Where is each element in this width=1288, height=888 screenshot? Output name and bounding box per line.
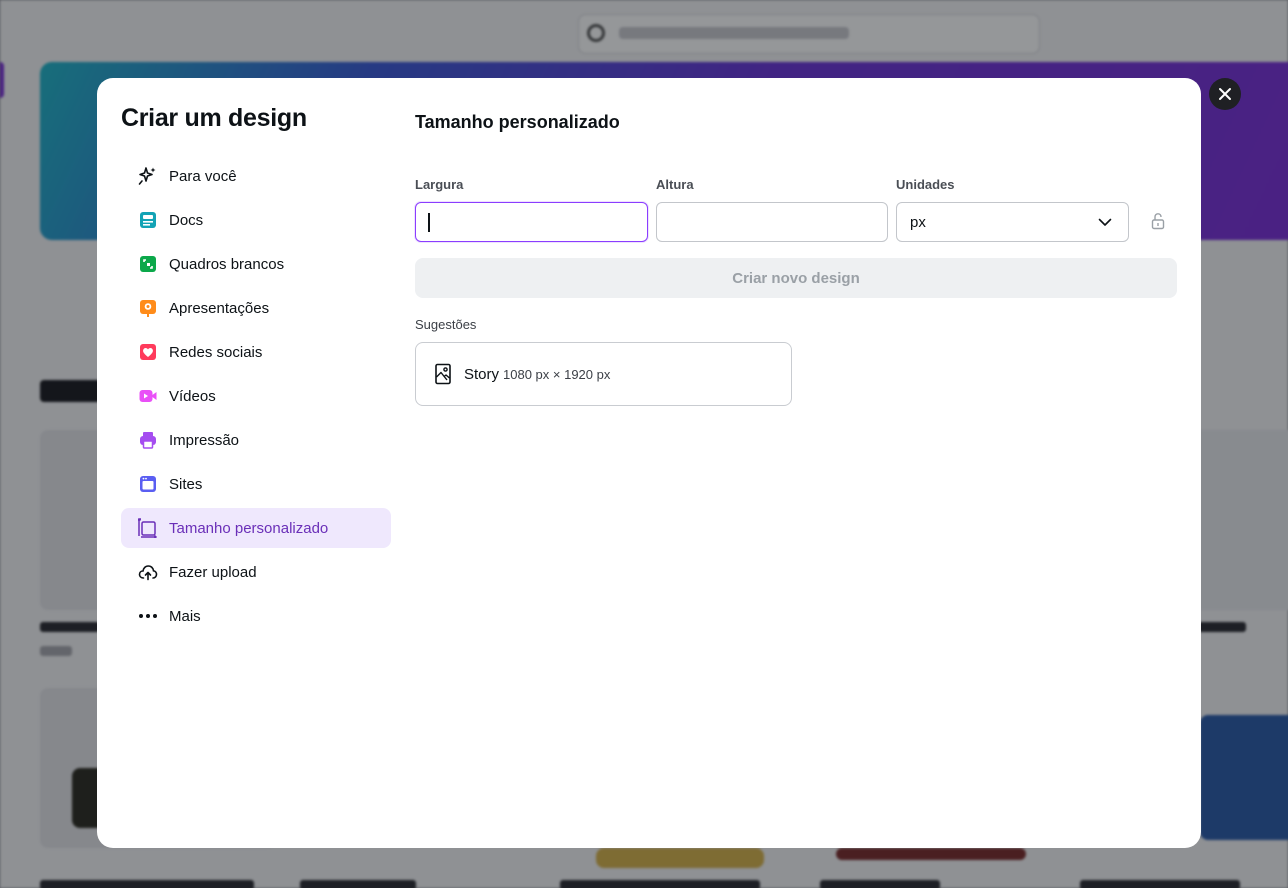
- nav-item-impressao[interactable]: Impressão: [121, 420, 391, 460]
- resize-icon: [137, 517, 159, 539]
- nav-item-label: Quadros brancos: [169, 255, 285, 273]
- nav-item-videos[interactable]: Vídeos: [121, 376, 391, 416]
- suggestions-label: Sugestões: [415, 317, 477, 332]
- nav-item-sites[interactable]: Sites: [121, 464, 391, 504]
- panel-title: Tamanho personalizado: [415, 112, 620, 132]
- cloud-upload-icon: [137, 561, 159, 583]
- units-select[interactable]: px: [896, 202, 1129, 242]
- nav-item-para-voce[interactable]: Para você: [121, 156, 391, 196]
- design-type-nav: Para você Docs Quadros brancos Apresenta…: [121, 156, 391, 640]
- nav-item-label: Impressão: [169, 431, 240, 449]
- close-icon: [1219, 88, 1231, 100]
- units-label: Unidades: [896, 177, 955, 192]
- nav-item-label: Fazer upload: [169, 563, 257, 581]
- height-label: Altura: [656, 177, 694, 192]
- dialog-title: Criar um design: [121, 104, 307, 132]
- width-field[interactable]: [415, 202, 648, 242]
- nav-item-label: Mais: [169, 607, 201, 625]
- presentation-icon: [137, 297, 159, 319]
- chevron-down-icon: [1098, 218, 1112, 226]
- nav-item-mais[interactable]: Mais: [121, 596, 391, 636]
- width-label: Largura: [415, 177, 464, 192]
- close-button[interactable]: [1209, 78, 1241, 110]
- nav-item-label: Docs: [169, 211, 204, 229]
- create-design-dialog: Criar um design Para você Docs Quadros b…: [97, 78, 1201, 848]
- print-icon: [137, 429, 159, 451]
- nav-item-label: Vídeos: [169, 387, 216, 405]
- height-input[interactable]: [657, 203, 887, 241]
- suggestion-story[interactable]: Story 1080 px × 1920 px: [415, 342, 792, 406]
- suggestion-name: Story: [464, 365, 500, 383]
- nav-item-fazer-upload[interactable]: Fazer upload: [121, 552, 391, 592]
- nav-item-redes-sociais[interactable]: Redes sociais: [121, 332, 391, 372]
- width-input[interactable]: [416, 203, 647, 241]
- whiteboard-icon: [137, 253, 159, 275]
- unlock-icon[interactable]: [1151, 212, 1165, 230]
- nav-item-label: Tamanho personalizado: [169, 519, 329, 537]
- more-dots-icon: [137, 605, 159, 627]
- create-design-button[interactable]: Criar novo design: [415, 258, 1177, 298]
- sparkle-icon: [137, 165, 159, 187]
- docs-icon: [137, 209, 159, 231]
- nav-item-apresentacoes[interactable]: Apresentações: [121, 288, 391, 328]
- suggestion-dimensions: 1080 px × 1920 px: [503, 366, 611, 382]
- nav-item-label: Redes sociais: [169, 343, 263, 361]
- portrait-image-icon: [435, 363, 451, 385]
- video-icon: [137, 385, 159, 407]
- nav-item-label: Apresentações: [169, 299, 270, 317]
- units-selected-value: px: [910, 214, 926, 231]
- nav-item-label: Sites: [169, 475, 203, 493]
- text-caret: [428, 213, 430, 232]
- nav-item-tamanho-personalizado[interactable]: Tamanho personalizado: [121, 508, 391, 548]
- height-field[interactable]: [656, 202, 888, 242]
- heart-icon: [137, 341, 159, 363]
- website-icon: [137, 473, 159, 495]
- nav-item-label: Para você: [169, 167, 237, 185]
- nav-item-docs[interactable]: Docs: [121, 200, 391, 240]
- nav-item-quadros-brancos[interactable]: Quadros brancos: [121, 244, 391, 284]
